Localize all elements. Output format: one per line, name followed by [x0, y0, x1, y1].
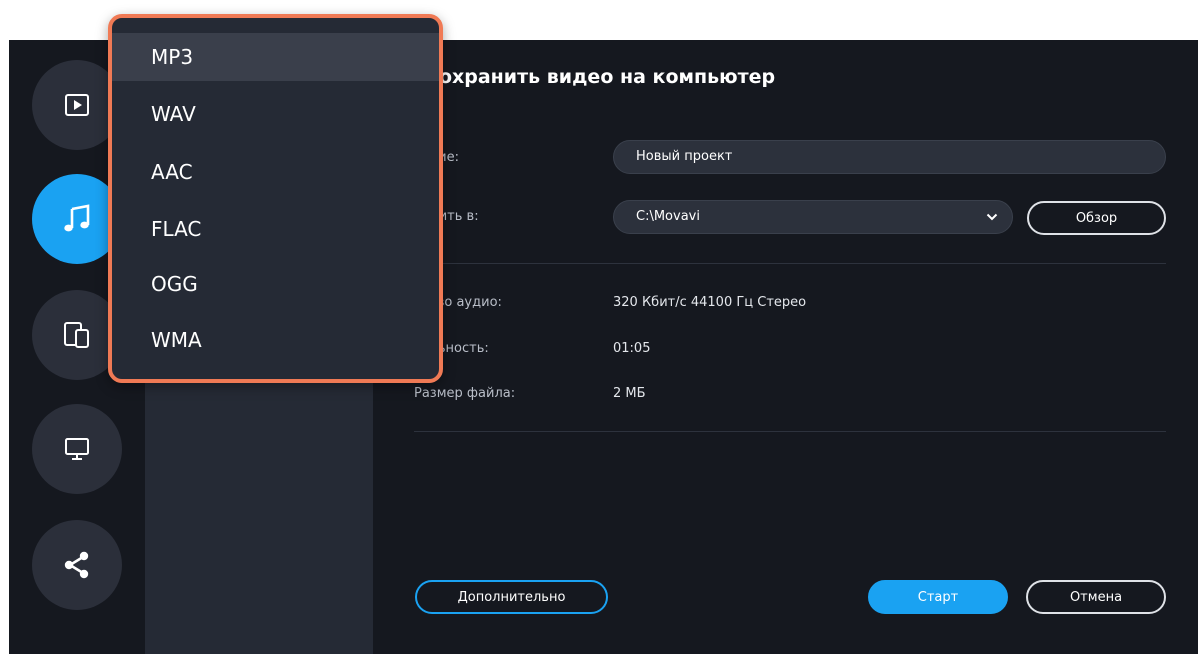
start-button[interactable]: Старт: [868, 580, 1008, 614]
music-note-icon: [64, 204, 90, 232]
browse-button[interactable]: Обзор: [1027, 201, 1166, 235]
name-field-value: Новый проект: [636, 149, 733, 164]
play-icon: [65, 94, 89, 116]
sidebar-item-share[interactable]: [32, 520, 122, 610]
save-to-select[interactable]: C:\Movavi: [613, 200, 1013, 234]
divider: [414, 431, 1166, 432]
audio-quality-value: 320 Кбит/с 44100 Гц Стерео: [613, 295, 807, 310]
chevron-down-icon: [986, 201, 998, 233]
format-option-wma[interactable]: WMA: [112, 316, 439, 364]
file-size-label: Размер файла:: [414, 386, 516, 401]
monitor-icon: [65, 438, 89, 460]
name-field[interactable]: Новый проект: [613, 140, 1166, 174]
divider: [414, 263, 1166, 264]
file-size-value: 2 МБ: [613, 386, 646, 401]
format-option-mp3[interactable]: MP3: [112, 33, 439, 81]
format-option-wav[interactable]: WAV: [112, 90, 439, 138]
duration-value: 01:05: [613, 341, 651, 356]
format-option-flac[interactable]: FLAC: [112, 205, 439, 253]
devices-icon: [64, 322, 89, 348]
export-settings-panel: [373, 40, 1198, 654]
page-title: Сохранить видео на компьютер: [425, 66, 776, 88]
format-dropdown: MP3 WAV AAC FLAC OGG WMA: [108, 14, 443, 383]
share-icon: [64, 551, 89, 579]
format-option-ogg[interactable]: OGG: [112, 260, 439, 308]
sidebar-item-tv[interactable]: [32, 404, 122, 494]
save-to-value: C:\Movavi: [636, 209, 700, 224]
format-option-aac[interactable]: AAC: [112, 148, 439, 196]
advanced-button[interactable]: Дополнительно: [415, 580, 608, 614]
cancel-button[interactable]: Отмена: [1026, 580, 1166, 614]
